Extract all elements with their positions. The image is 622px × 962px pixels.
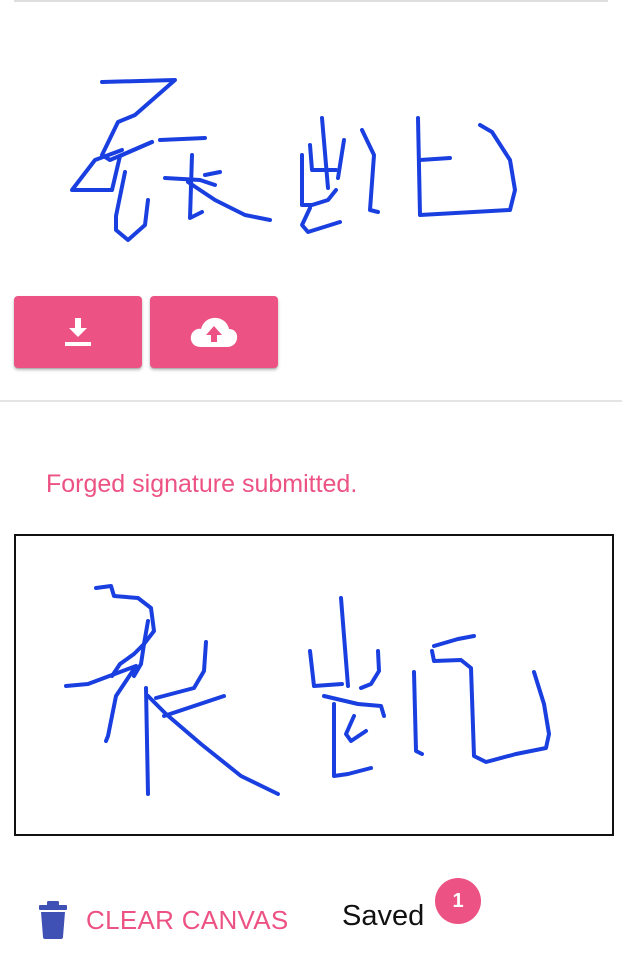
section-divider: [0, 400, 622, 402]
reference-signature-image: [40, 60, 560, 270]
clear-canvas-label: CLEAR CANVAS: [86, 904, 289, 935]
reference-signature-strokes: [70, 78, 517, 242]
drawn-signature-strokes: [64, 584, 551, 796]
signature-canvas[interactable]: [14, 534, 614, 836]
saved-count-badge: 1: [435, 878, 481, 924]
trash-icon: [36, 898, 70, 942]
cloud-upload-button[interactable]: [150, 296, 278, 368]
signature-page: Forged signature submitted. CLEAR CANVAS…: [0, 0, 622, 962]
clear-canvas-button[interactable]: CLEAR CANVAS: [36, 896, 289, 944]
status-message: Forged signature submitted.: [46, 470, 358, 498]
top-divider: [14, 0, 608, 2]
cloud-upload-icon: [190, 317, 238, 347]
download-icon: [65, 318, 91, 346]
download-button[interactable]: [14, 296, 142, 368]
saved-label: Saved: [342, 900, 425, 932]
